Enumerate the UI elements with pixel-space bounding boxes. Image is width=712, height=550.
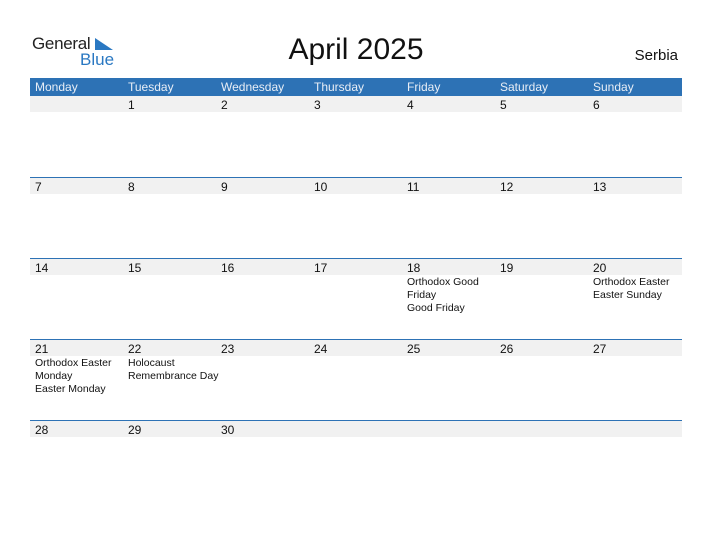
weekday-saturday: Saturday bbox=[500, 80, 549, 94]
day-number: 3 bbox=[314, 98, 321, 112]
day-cell: 28 bbox=[30, 421, 123, 502]
weekday-monday: Monday bbox=[35, 80, 78, 94]
weekday-friday: Friday bbox=[407, 80, 441, 94]
holiday-text: Holocaust Remembrance Day bbox=[128, 357, 219, 382]
day-number: 14 bbox=[35, 261, 49, 275]
weekday-header: Monday Tuesday Wednesday Thursday Friday… bbox=[30, 78, 682, 96]
day-number: 9 bbox=[221, 180, 228, 194]
day-number: 26 bbox=[500, 342, 514, 356]
day-number: 1 bbox=[128, 98, 135, 112]
day-number: 17 bbox=[314, 261, 328, 275]
day-number: 20 bbox=[593, 261, 607, 275]
day-cell: 19 bbox=[495, 259, 588, 340]
week-row: 1 2 3 4 5 6 bbox=[30, 96, 682, 177]
day-cell: 22 Holocaust Remembrance Day bbox=[123, 340, 218, 421]
holiday-text: Orthodox Easter Monday Easter Monday bbox=[35, 357, 112, 395]
day-cell: 14 bbox=[30, 259, 123, 340]
day-number: 11 bbox=[407, 180, 420, 194]
day-number: 19 bbox=[500, 261, 514, 275]
day-cell: 2 bbox=[216, 96, 309, 177]
day-number: 12 bbox=[500, 180, 514, 194]
day-cell: 23 bbox=[216, 340, 309, 421]
day-cell: 21 Orthodox Easter Monday Easter Monday bbox=[30, 340, 123, 421]
day-cell: 13 bbox=[588, 178, 681, 259]
day-cell: 25 bbox=[402, 340, 495, 421]
day-number: 27 bbox=[593, 342, 607, 356]
country-label: Serbia bbox=[634, 47, 678, 64]
week-row: 21 Orthodox Easter Monday Easter Monday 22… bbox=[30, 339, 682, 421]
day-cell: 5 bbox=[495, 96, 588, 177]
day-cell: 26 bbox=[495, 340, 588, 421]
day-number: 10 bbox=[314, 180, 328, 194]
day-cell bbox=[402, 421, 495, 502]
day-cell bbox=[30, 96, 123, 177]
day-cell: 24 bbox=[309, 340, 402, 421]
day-cell: 8 bbox=[123, 178, 216, 259]
day-number: 5 bbox=[500, 98, 507, 112]
day-number: 4 bbox=[407, 98, 414, 112]
day-cell: 17 bbox=[309, 259, 402, 340]
day-number: 25 bbox=[407, 342, 421, 356]
weekday-sunday: Sunday bbox=[593, 80, 634, 94]
day-number: 22 bbox=[128, 342, 142, 356]
day-number: 8 bbox=[128, 180, 135, 194]
day-number: 16 bbox=[221, 261, 235, 275]
holiday-text: Orthodox Easter Easter Sunday bbox=[593, 276, 670, 301]
day-number: 28 bbox=[35, 423, 49, 437]
day-cell: 20 Orthodox Easter Easter Sunday bbox=[588, 259, 681, 340]
holiday-text: Orthodox Good Friday Good Friday bbox=[407, 276, 479, 314]
day-cell: 6 bbox=[588, 96, 681, 177]
weekday-wednesday: Wednesday bbox=[221, 80, 285, 94]
day-cell: 9 bbox=[216, 178, 309, 259]
day-number: 13 bbox=[593, 180, 607, 194]
day-cell: 16 bbox=[216, 259, 309, 340]
day-cell: 29 bbox=[123, 421, 216, 502]
day-cell: 7 bbox=[30, 178, 123, 259]
weekday-thursday: Thursday bbox=[314, 80, 365, 94]
day-number: 18 bbox=[407, 261, 421, 275]
day-cell: 4 bbox=[402, 96, 495, 177]
day-cell: 30 bbox=[216, 421, 309, 502]
day-number: 24 bbox=[314, 342, 328, 356]
day-cell: 3 bbox=[309, 96, 402, 177]
week-row: 14 15 16 17 18 Orthodox Good Friday Good Frid… bbox=[30, 258, 682, 340]
day-cell bbox=[588, 421, 681, 502]
day-cell bbox=[309, 421, 402, 502]
day-cell bbox=[495, 421, 588, 502]
week-row: 28 29 30 bbox=[30, 420, 682, 502]
page-title: April 2025 bbox=[288, 33, 424, 66]
day-number: 6 bbox=[593, 98, 600, 112]
day-number: 30 bbox=[221, 423, 235, 437]
day-number: 21 bbox=[35, 342, 49, 356]
day-number: 29 bbox=[128, 423, 142, 437]
week-row: 7 8 9 10 11 12 13 bbox=[30, 177, 682, 259]
day-cell: 18 Orthodox Good Friday Good Friday bbox=[402, 259, 495, 340]
day-number: 23 bbox=[221, 342, 235, 356]
day-number: 15 bbox=[128, 261, 142, 275]
weekday-tuesday: Tuesday bbox=[128, 80, 174, 94]
day-cell: 12 bbox=[495, 178, 588, 259]
day-cell: 11 bbox=[402, 178, 495, 259]
day-cell: 1 bbox=[123, 96, 216, 177]
day-cell: 10 bbox=[309, 178, 402, 259]
day-number: 2 bbox=[221, 98, 228, 112]
day-number: 7 bbox=[35, 180, 42, 194]
day-cell: 15 bbox=[123, 259, 216, 340]
day-cell: 27 bbox=[588, 340, 681, 421]
